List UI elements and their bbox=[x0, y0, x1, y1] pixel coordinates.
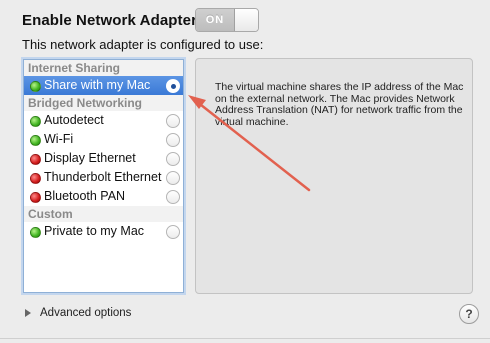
toggle-knob bbox=[235, 9, 258, 31]
radio-button[interactable] bbox=[166, 79, 180, 93]
status-red-icon bbox=[30, 154, 41, 165]
advanced-options-label: Advanced options bbox=[40, 307, 132, 319]
toggle-on-label: ON bbox=[196, 9, 235, 31]
network-option-label: Display Ethernet bbox=[44, 151, 136, 165]
network-option-label: Bluetooth PAN bbox=[44, 189, 126, 203]
network-adapter-toggle[interactable]: ON bbox=[195, 8, 259, 32]
bottom-divider bbox=[0, 338, 490, 339]
network-option-label: Private to my Mac bbox=[44, 224, 145, 238]
status-green-icon bbox=[30, 227, 41, 238]
network-option-row[interactable]: Autodetect bbox=[24, 111, 183, 130]
radio-button[interactable] bbox=[166, 152, 180, 166]
status-green-icon bbox=[30, 81, 41, 92]
description-panel: The virtual machine shares the IP addres… bbox=[195, 58, 473, 294]
network-option-row[interactable]: Display Ethernet bbox=[24, 149, 183, 168]
enable-network-adapter-title: Enable Network Adapter bbox=[22, 11, 198, 29]
radio-button[interactable] bbox=[166, 114, 180, 128]
status-green-icon bbox=[30, 116, 41, 127]
network-option-label: Share with my Mac bbox=[44, 78, 151, 92]
section-header: Custom bbox=[24, 206, 183, 222]
status-red-icon bbox=[30, 173, 41, 184]
network-option-row[interactable]: Wi-Fi bbox=[24, 130, 183, 149]
network-option-row[interactable]: Share with my Mac bbox=[24, 76, 183, 95]
network-option-label: Thunderbolt Ethernet bbox=[44, 170, 162, 184]
configuration-subtitle: This network adapter is configured to us… bbox=[22, 37, 264, 52]
network-option-row[interactable]: Private to my Mac bbox=[24, 222, 183, 241]
advanced-options-disclosure[interactable]: Advanced options bbox=[25, 307, 131, 319]
network-option-label: Wi-Fi bbox=[44, 132, 74, 146]
radio-button[interactable] bbox=[166, 225, 180, 239]
network-option-row[interactable]: Thunderbolt Ethernet bbox=[24, 168, 183, 187]
description-text: The virtual machine shares the IP addres… bbox=[215, 81, 464, 128]
status-green-icon bbox=[30, 135, 41, 146]
disclosure-triangle-icon bbox=[25, 309, 31, 317]
network-option-label: Autodetect bbox=[44, 113, 104, 127]
enable-network-adapter-header: Enable Network Adapter bbox=[22, 9, 197, 31]
radio-button[interactable] bbox=[166, 133, 180, 147]
section-header: Bridged Networking bbox=[24, 95, 183, 111]
network-source-list: Internet Sharing Share with my Mac Bridged… bbox=[23, 59, 184, 293]
network-option-row[interactable]: Bluetooth PAN bbox=[24, 187, 183, 206]
help-button[interactable]: ? bbox=[459, 304, 479, 324]
section-header: Internet Sharing bbox=[24, 60, 183, 76]
status-red-icon bbox=[30, 192, 41, 203]
radio-button[interactable] bbox=[166, 190, 180, 204]
radio-button[interactable] bbox=[166, 171, 180, 185]
